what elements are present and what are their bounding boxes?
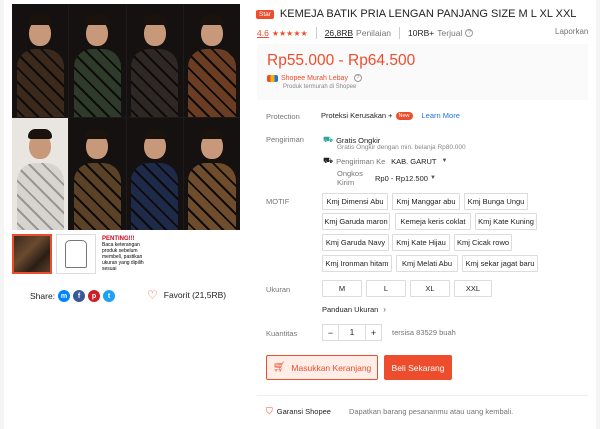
motif-option[interactable]: Kmj Kate Kuning (475, 213, 537, 230)
divider (315, 27, 317, 39)
gallery-model-photo (12, 4, 69, 117)
ship-to-label: Pengiriman Ke (336, 156, 386, 166)
size-option-xl[interactable]: XL (410, 280, 450, 297)
mall-subtext: Produk termurah di Shopee (283, 84, 357, 90)
heart-icon: ♡ (147, 288, 158, 302)
size-guide-link[interactable]: Panduan Ukuran › (322, 305, 386, 314)
motif-option[interactable]: Kmj Garuda Navy (322, 234, 389, 251)
title-row: Star KEMEJA BATIK PRIA LENGAN PANJANG SI… (256, 8, 576, 20)
motif-option[interactable]: Kmj sekar jagat baru (462, 255, 538, 272)
price-box: Rp55.000 - Rp64.500 Shopee Murah Lebay ?… (257, 44, 588, 100)
motif-option[interactable]: Kmj Ironman hitam (322, 255, 392, 272)
rating-row: 4.6 ★★★★★ 26,8RB Penilaian 10RB+ Terjual… (257, 27, 474, 39)
size-option-l[interactable]: L (366, 280, 406, 297)
facebook-icon[interactable]: f (73, 290, 86, 302)
guarantee-row: ⛉ Garansi Shopee Dapatkan barang pesanan… (266, 406, 513, 417)
thumbnail-3[interactable]: PENTING!!! Baca keterangan produk sebelu… (100, 234, 152, 274)
size-option-xxl[interactable]: XXL (454, 280, 492, 297)
decrease-button[interactable]: − (322, 324, 339, 341)
gallery-model-photo (69, 4, 126, 117)
motif-option[interactable]: Kmj Manggar abu (392, 193, 460, 210)
rating-stars-icon: ★★★★★ (271, 28, 308, 38)
motif-option[interactable]: Kmj Melati Abu (396, 255, 458, 272)
gallery-model-photo (183, 4, 240, 117)
quantity-stepper: − 1 + tersisa 83529 buah (322, 324, 456, 341)
increase-button[interactable]: + (365, 324, 382, 341)
ship-cost-row: Ongkos Kirim Rp0 - Rp12.500 ▼ (337, 169, 436, 187)
favorite-label: Favorit (21,5RB) (163, 290, 227, 300)
help-icon[interactable]: ? (465, 29, 474, 37)
price-range: Rp55.000 - Rp64.500 (267, 52, 416, 69)
add-to-cart-button[interactable]: 🛒︎ Masukkan Keranjang (266, 355, 378, 380)
protection-text: Proteksi Kerusakan + (321, 111, 393, 120)
motif-option[interactable]: Kmj Bunga Ungu (464, 193, 528, 210)
size-guide-label: Panduan Ukuran (322, 305, 379, 314)
shopee-logo-icon (267, 74, 278, 82)
thumbnail-1[interactable] (12, 234, 52, 274)
motif-option[interactable]: Kmj Cicak rowo (454, 234, 512, 251)
quantity-label: Kuantitas (266, 329, 298, 338)
protection-row: Proteksi Kerusakan + New Learn More (321, 111, 460, 120)
ratings-count[interactable]: 26,8RB (325, 28, 353, 38)
ship-to-value[interactable]: KAB. GARUT (391, 157, 436, 166)
shipping-label: Pengiriman (266, 135, 304, 144)
share-label: Share: (30, 291, 56, 301)
chevron-right-icon: › (383, 305, 386, 314)
add-to-cart-label: Masukkan Keranjang (291, 362, 372, 373)
favorite-button[interactable]: ♡ Favorit (21,5RB) (147, 288, 227, 302)
motif-label: MOTIF (266, 197, 290, 206)
new-badge: New (395, 111, 413, 120)
twitter-icon[interactable]: t (103, 290, 116, 302)
thumbnail-strip: PENTING!!! Baca keterangan produk sebelu… (12, 234, 152, 274)
size-option-m[interactable]: M (322, 280, 362, 297)
guarantee-label: Garansi Shopee (276, 407, 331, 416)
thumb-notice-text: Baca keterangan produk sebelum membeli, … (102, 242, 144, 272)
motif-option[interactable]: Kemeja keris coklat (395, 213, 471, 230)
gallery-model-photo (183, 117, 240, 230)
shield-icon: ⛉ (266, 406, 273, 416)
sold-label: Terjual (437, 28, 463, 38)
ship-cost-label: Ongkos Kirim (337, 169, 363, 187)
ship-cost-value[interactable]: Rp0 - Rp12.500 (375, 174, 428, 183)
product-title: KEMEJA BATIK PRIA LENGAN PANJANG SIZE M … (279, 8, 577, 20)
shirt-outline-icon (65, 240, 87, 268)
product-card: PENTING!!! Baca keterangan produk sebelu… (4, 0, 596, 429)
sold-count: 10RB+ (408, 28, 435, 38)
mall-row: Shopee Murah Lebay ? (267, 74, 362, 82)
ratings-label: Penilaian (356, 28, 392, 38)
chevron-down-icon[interactable]: ▼ (442, 158, 448, 164)
chevron-down-icon[interactable]: ▼ (430, 175, 436, 181)
motif-option[interactable]: Kmj Dimensi Abu (322, 193, 388, 210)
thumbnail-2[interactable] (56, 234, 96, 274)
main-product-image[interactable] (12, 4, 240, 230)
cart-icon: 🛒︎ (272, 362, 286, 373)
star-badge: Star (256, 9, 274, 19)
share-row: Share: m f p t (30, 290, 116, 302)
rating-value[interactable]: 4.6 (257, 28, 269, 38)
divider (399, 27, 401, 39)
protection-label: Protection (266, 112, 300, 121)
pinterest-icon[interactable]: p (88, 290, 101, 302)
gallery-model-photo (126, 117, 183, 230)
messenger-icon[interactable]: m (58, 290, 71, 302)
size-label: Ukuran (266, 285, 291, 294)
gallery-model-photo (12, 117, 69, 230)
help-icon[interactable]: ? (353, 74, 362, 82)
learn-more-link[interactable]: Learn More (422, 111, 460, 120)
mall-text: Shopee Murah Lebay (281, 74, 348, 82)
buy-now-button[interactable]: Beli Sekarang (384, 355, 452, 380)
divider (257, 395, 588, 396)
motif-option[interactable]: Kmj Kate Hijau (392, 234, 450, 251)
truck-icon: ⛟ (323, 156, 334, 165)
free-shipping-subtext: Gratis Ongkir dengan min. belanja Rp80.0… (337, 144, 466, 151)
motif-option[interactable]: Kmj Garuda maron (322, 213, 390, 230)
ship-to-row: ⛟ Pengiriman Ke KAB. GARUT ▼ (323, 156, 447, 166)
gallery-model-photo (69, 117, 126, 230)
quantity-input[interactable]: 1 (339, 324, 365, 341)
gallery-model-photo (126, 4, 183, 117)
report-link[interactable]: Laporkan (555, 27, 588, 36)
guarantee-desc: Dapatkan barang pesananmu atau uang kemb… (348, 407, 514, 416)
stock-text: tersisa 83529 buah (392, 328, 456, 337)
free-shipping-icon: ⛟ (323, 135, 334, 144)
